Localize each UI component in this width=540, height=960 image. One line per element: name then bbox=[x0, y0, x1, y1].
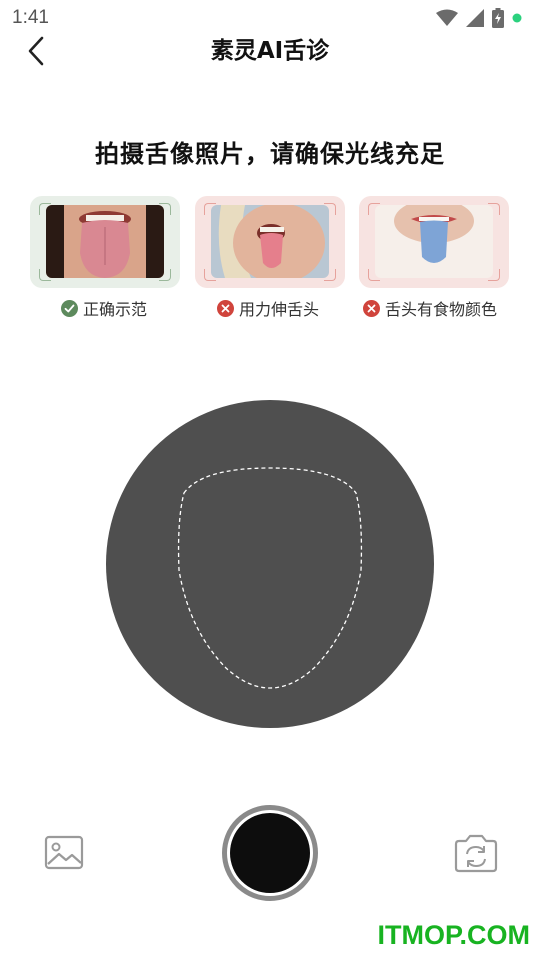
shutter-button[interactable] bbox=[222, 805, 318, 901]
tongue-overextended-photo bbox=[211, 205, 329, 278]
checkmark-icon bbox=[61, 299, 78, 317]
example-card-correct bbox=[30, 196, 180, 288]
tongue-correct-photo bbox=[46, 205, 164, 278]
gallery-button[interactable] bbox=[44, 834, 84, 872]
status-icons bbox=[436, 8, 522, 28]
switch-camera-button[interactable] bbox=[453, 832, 499, 874]
status-time: 1:41 bbox=[12, 7, 49, 28]
caption-text: 舌头有食物颜色 bbox=[385, 300, 498, 319]
example-card-food-stained bbox=[359, 196, 509, 288]
wifi-icon bbox=[436, 9, 458, 26]
notification-dot-icon bbox=[512, 13, 522, 23]
page-title: 素灵AI舌诊 bbox=[210, 38, 330, 64]
cross-icon bbox=[363, 299, 380, 317]
example-caption-food-stained: 舌头有食物颜色 bbox=[363, 296, 497, 320]
example-gallery: 正确示范 用力伸舌头 舌头有食物颜色 bbox=[30, 196, 510, 326]
caption-text: 正确示范 bbox=[83, 300, 148, 319]
example-card-overextended bbox=[195, 196, 345, 288]
tongue-food-stained-photo bbox=[375, 205, 493, 278]
image-icon bbox=[44, 835, 84, 870]
caption-text: 用力伸舌头 bbox=[239, 300, 320, 319]
example-caption-overextended: 用力伸舌头 bbox=[217, 296, 319, 320]
cross-icon bbox=[217, 299, 234, 317]
cell-signal-icon bbox=[466, 9, 484, 27]
instruction-text: 拍摄舌像照片，请确保光线充足 bbox=[95, 140, 445, 168]
shutter-inner bbox=[230, 813, 310, 893]
camera-switch-icon bbox=[454, 834, 498, 873]
battery-charging-icon bbox=[492, 8, 504, 28]
tongue-guide-outline bbox=[177, 467, 363, 689]
status-bar: 1:41 bbox=[0, 0, 540, 36]
example-caption-correct: 正确示范 bbox=[61, 296, 147, 320]
watermark-text: ITMOP.COM bbox=[377, 920, 530, 950]
